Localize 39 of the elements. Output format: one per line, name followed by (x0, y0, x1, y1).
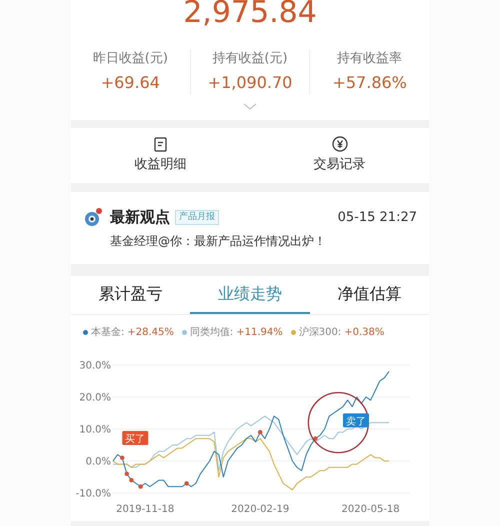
y-axis-label: -10.0% (76, 488, 111, 500)
legend-value: +11.94% (236, 326, 283, 340)
tab[interactable]: 累计盈亏 (71, 276, 190, 314)
trade-badge: 买了 (122, 431, 148, 445)
trade-badge: 卖了 (343, 413, 369, 428)
annotation: 买了 (125, 434, 146, 445)
legend-label: 同类均值: (190, 326, 234, 340)
action-button[interactable]: 交易记录 (250, 128, 429, 183)
stat-value: +69.64 (100, 72, 160, 94)
legend-label: 沪深300: (298, 326, 342, 340)
x-axis-label: 2019-11-18 (116, 504, 174, 515)
y-axis-label: 20.0% (79, 392, 111, 404)
stat-label: 持有收益(元) (212, 50, 288, 68)
tab[interactable]: 净值估算 (310, 276, 429, 314)
total-amount: 2,975.84 (183, 0, 317, 29)
y-axis-label: 0.0% (86, 456, 111, 468)
legend-value: +0.38% (344, 326, 384, 340)
highlight-circle (308, 392, 370, 454)
document-icon (154, 136, 167, 152)
yuan-icon (332, 136, 348, 152)
news-title: 最新观点 (110, 207, 170, 228)
chevron-down-icon[interactable] (243, 102, 257, 110)
news-tag: 产品月报 (175, 210, 219, 225)
stat-value: +1,090.70 (208, 72, 292, 94)
annotation: 卖了 (346, 415, 366, 428)
action-button[interactable]: 收益明细 (71, 128, 250, 183)
legend-label: 本基金: (91, 326, 124, 340)
stat-label: 昨日收益(元) (92, 50, 168, 68)
news-text: 基金经理@你：最新产品运作情况出炉！ (110, 232, 327, 250)
x-axis-label: 2020-05-18 (342, 504, 400, 515)
x-axis-label: 2020-02-19 (231, 504, 290, 515)
y-axis-label: 10.0% (79, 424, 111, 436)
stat-value: +57.86% (332, 72, 407, 94)
legend-value: +28.45% (127, 326, 174, 340)
stat-label: 持有收益率 (337, 50, 402, 68)
news-card[interactable]: 最新观点 产品月报 05-15 21:27 基金经理@你：最新产品运作情况出炉！ (71, 192, 429, 264)
avatar-icon (83, 207, 105, 228)
news-time: 05-15 21:27 (338, 208, 417, 226)
y-axis-label: 30.0% (79, 360, 111, 372)
